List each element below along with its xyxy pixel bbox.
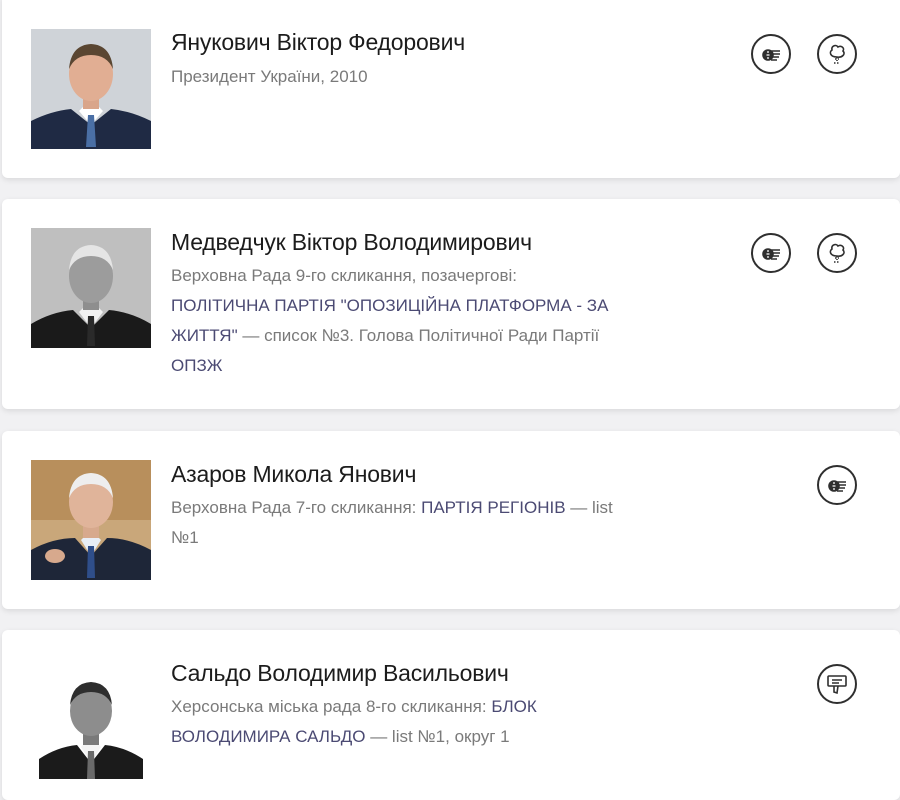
description-text: Херсонська міська рада 8-го скликання:: [171, 697, 487, 716]
tree-icon[interactable]: [817, 233, 857, 273]
money-hand-icon[interactable]: [817, 465, 857, 505]
description-text: — список №3. Голова Політичної Ради Парт…: [237, 326, 600, 345]
description-text: — list №1, округ 1: [365, 727, 510, 746]
person-name[interactable]: Янукович Віктор Федорович: [171, 29, 465, 56]
description-text: Верховна Рада 7-го скликання:: [171, 498, 417, 517]
person-photo[interactable]: [31, 460, 151, 580]
person-description: Президент України, 2010: [171, 62, 641, 92]
party-link[interactable]: ОПЗЖ: [171, 356, 222, 375]
person-card: Медведчук Віктор Володимирович Верховна …: [2, 199, 900, 409]
party-link[interactable]: ПАРТІЯ РЕГІОНІВ: [421, 498, 565, 517]
person-card: Сальдо Володимир Васильович Херсонська м…: [2, 630, 900, 800]
tree-icon[interactable]: [817, 34, 857, 74]
description-text: Президент України, 2010: [171, 67, 368, 86]
person-photo[interactable]: [31, 228, 151, 348]
thumbs-down-icon[interactable]: [817, 664, 857, 704]
person-name[interactable]: Медведчук Віктор Володимирович: [171, 229, 532, 256]
person-name[interactable]: Сальдо Володимир Васильович: [171, 660, 509, 687]
person-photo[interactable]: [31, 659, 151, 779]
person-name[interactable]: Азаров Микола Янович: [171, 461, 416, 488]
person-description: Верховна Рада 7-го скликання: ПАРТІЯ РЕГ…: [171, 493, 641, 553]
person-card: Азаров Микола Янович Верховна Рада 7-го …: [2, 431, 900, 609]
person-description: Херсонська міська рада 8-го скликання: Б…: [171, 692, 641, 752]
money-hand-icon[interactable]: [751, 34, 791, 74]
person-description: Верховна Рада 9-го скликання, позачергов…: [171, 261, 641, 381]
person-photo[interactable]: [31, 29, 151, 149]
money-hand-icon[interactable]: [751, 233, 791, 273]
description-text: Верховна Рада 9-го скликання, позачергов…: [171, 266, 518, 285]
person-card: Янукович Віктор Федорович Президент Укра…: [2, 0, 900, 178]
